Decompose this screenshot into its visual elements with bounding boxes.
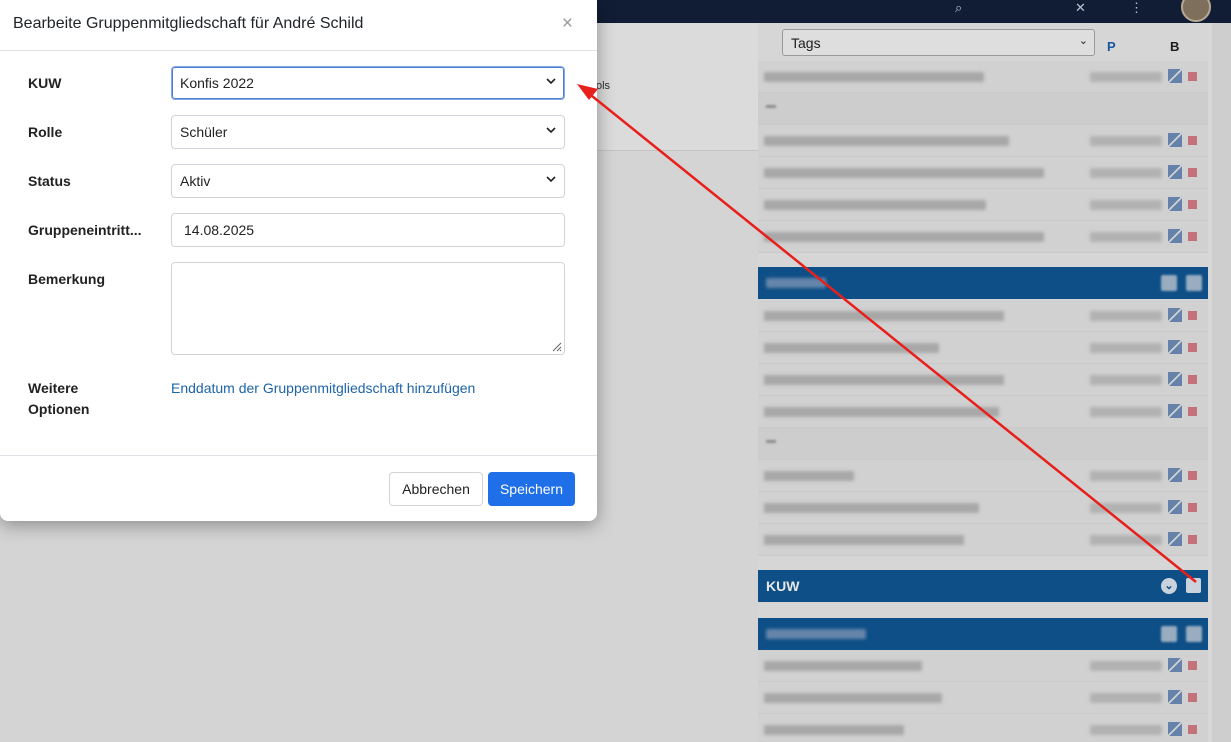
rolle-label: Rolle — [28, 124, 63, 140]
rolle-select-value: Schüler — [180, 124, 228, 140]
status-select[interactable]: Aktiv — [171, 164, 565, 198]
bemerkung-label: Bemerkung — [28, 271, 106, 287]
modal-header: Bearbeite Gruppenmitgliedschaft für Andr… — [0, 0, 597, 51]
add-end-date-link[interactable]: Enddatum der Gruppenmitgliedschaft hinzu… — [171, 380, 475, 396]
gruppeneintritt-value: 14.08.2025 — [184, 222, 255, 238]
rolle-select[interactable]: Schüler — [171, 115, 565, 149]
status-label: Status — [28, 173, 71, 189]
kuw-select-value: Konfis 2022 — [180, 75, 254, 91]
resize-grip-icon[interactable] — [550, 340, 562, 352]
kuw-select[interactable]: Konfis 2022 — [171, 66, 565, 100]
kuw-label: KUW — [28, 75, 62, 91]
gruppeneintritt-date-field[interactable]: 14.08.2025 — [171, 213, 565, 247]
close-icon[interactable]: × — [562, 13, 573, 35]
status-select-value: Aktiv — [180, 173, 211, 189]
chevron-down-icon — [546, 127, 556, 134]
cancel-button[interactable]: Abbrechen — [389, 472, 483, 506]
modal-title: Bearbeite Gruppenmitgliedschaft für Andr… — [13, 15, 364, 32]
bemerkung-textarea[interactable] — [171, 262, 565, 355]
weitere-optionen-label-line1: Weitere — [28, 380, 79, 396]
gruppeneintritt-label: Gruppeneintritt... — [28, 222, 142, 238]
modal-footer: Abbrechen Speichern — [0, 455, 597, 521]
chevron-down-icon — [546, 78, 556, 85]
weitere-optionen-label-line2: Optionen — [28, 401, 90, 417]
edit-membership-dialog: Bearbeite Gruppenmitgliedschaft für Andr… — [0, 0, 597, 521]
save-button[interactable]: Speichern — [488, 472, 575, 506]
chevron-down-icon — [546, 176, 556, 183]
weitere-optionen-label: Weitere Optionen — [28, 378, 89, 420]
